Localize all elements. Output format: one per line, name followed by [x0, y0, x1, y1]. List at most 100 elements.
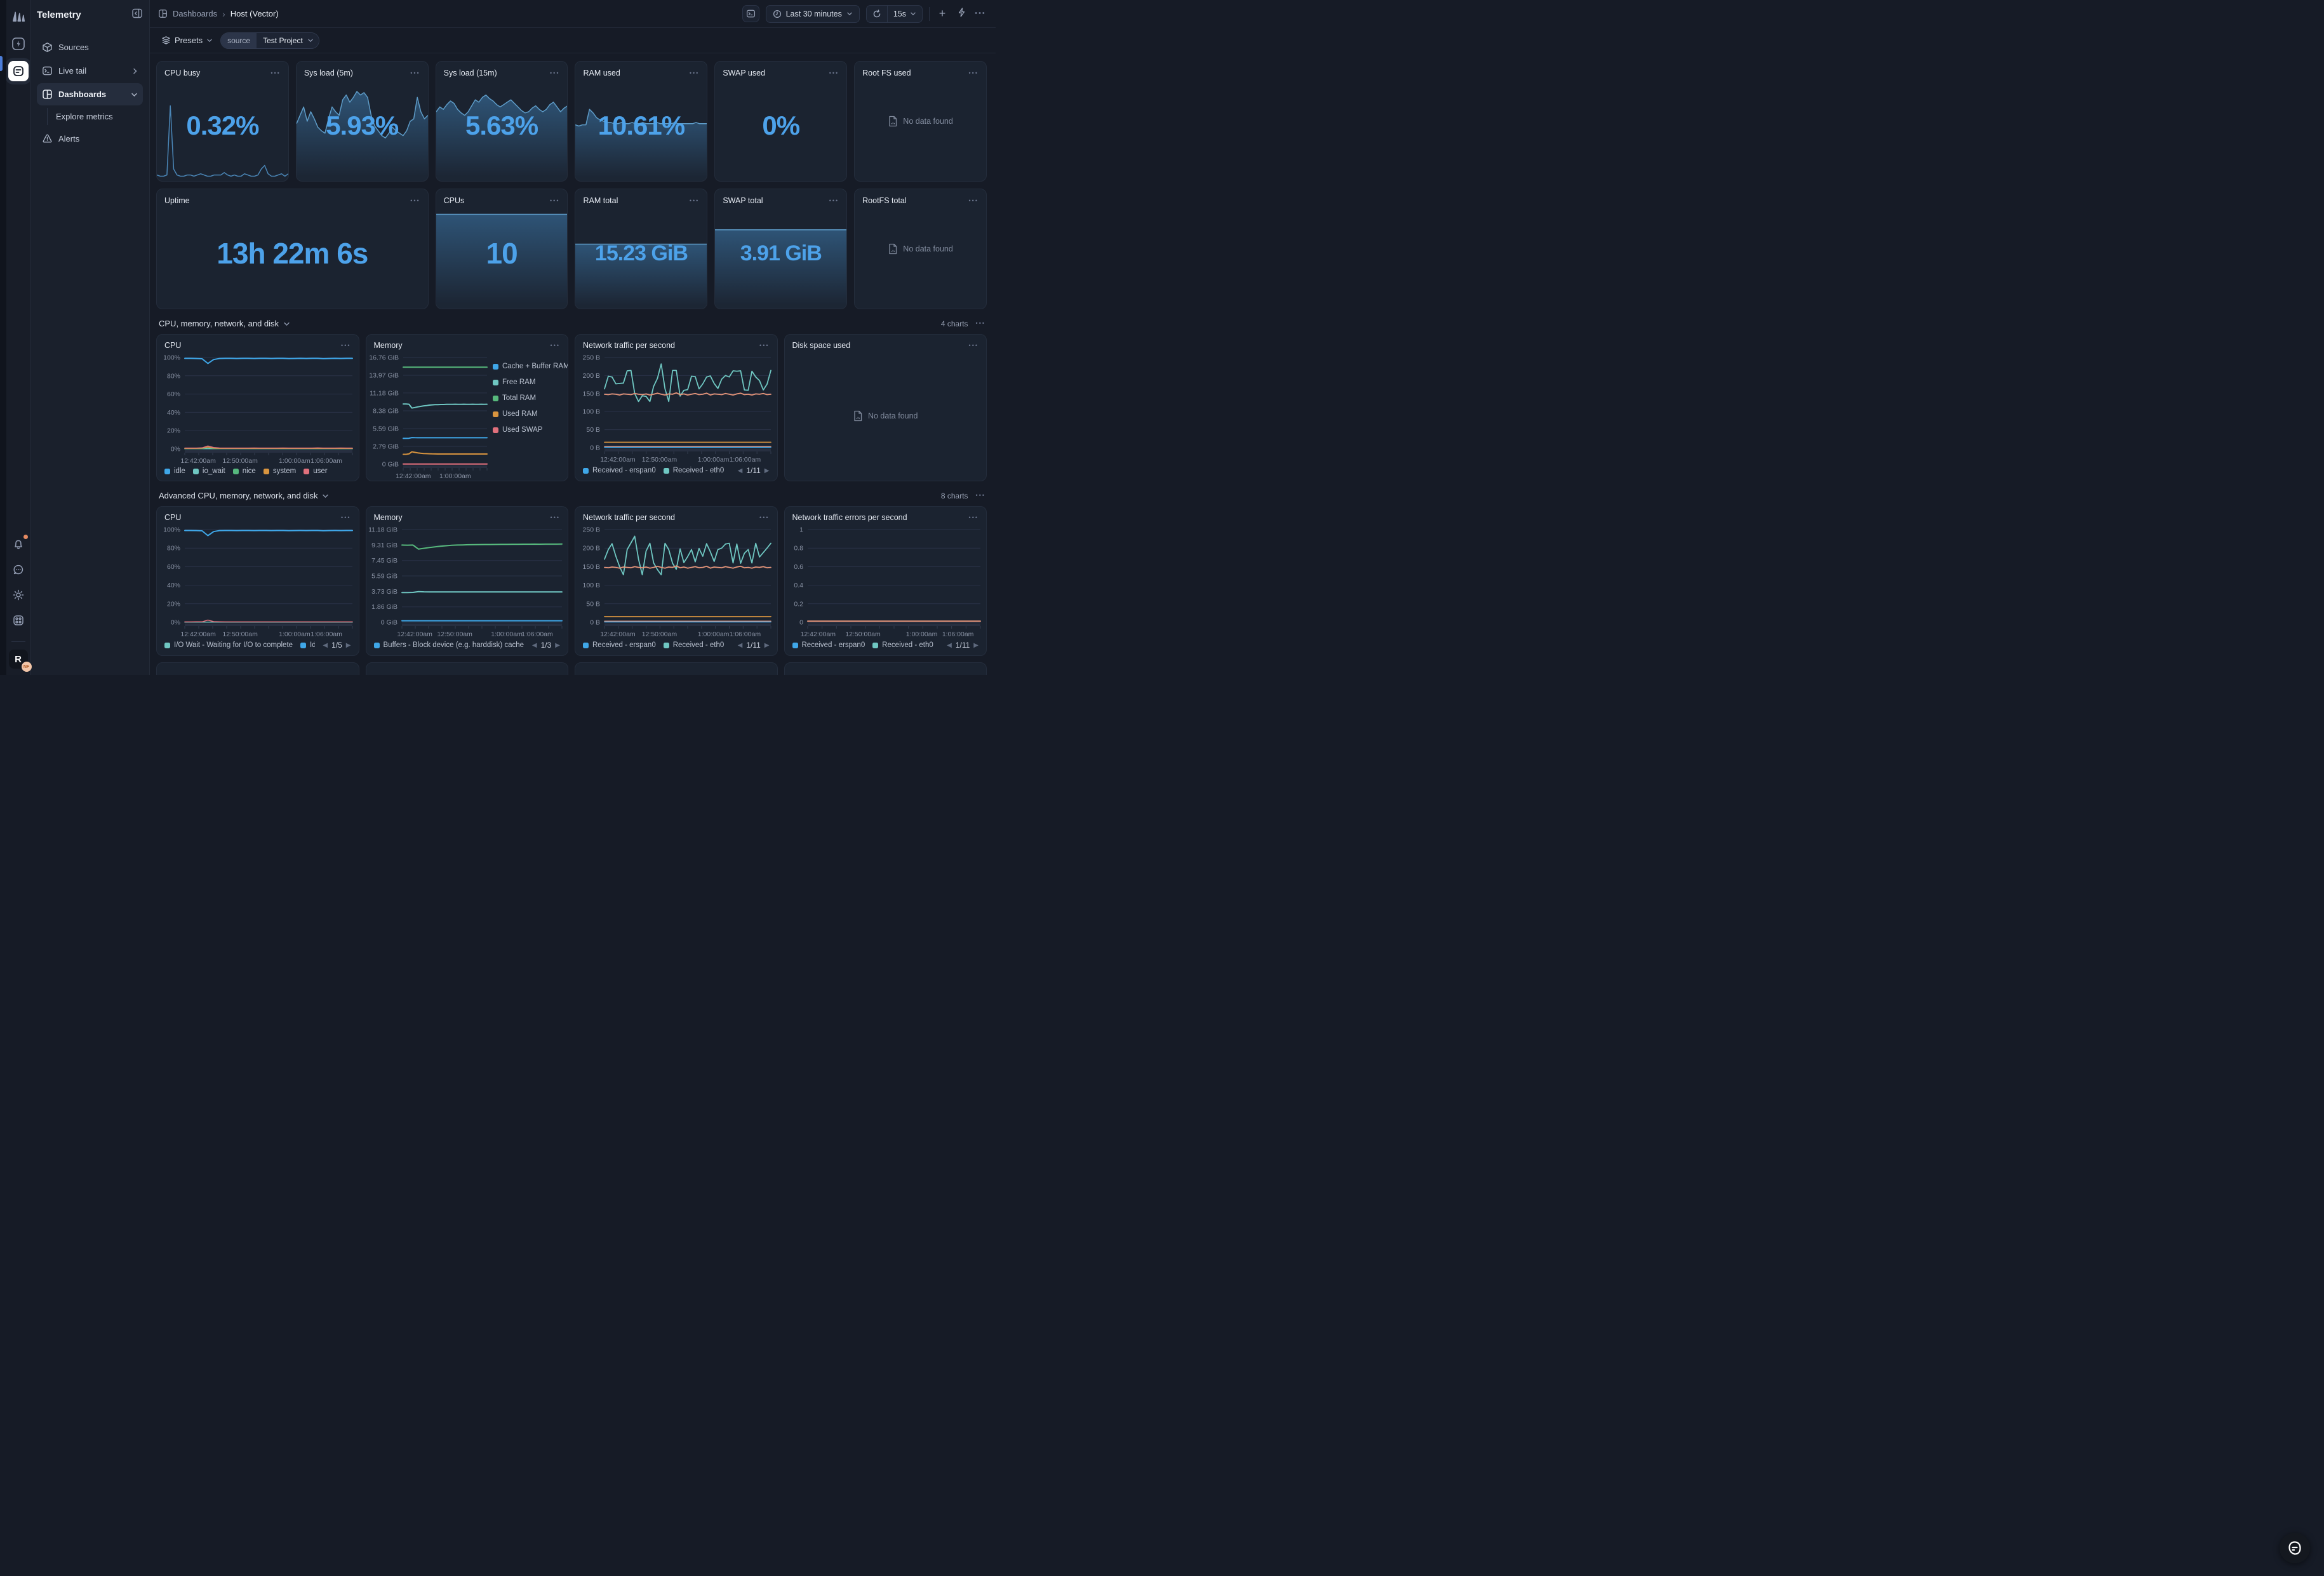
panel-menu-button[interactable]: •••	[550, 70, 559, 76]
quickstart-icon[interactable]	[10, 36, 27, 52]
panel-menu-button[interactable]: •••	[410, 198, 420, 204]
presets-dropdown[interactable]: Presets	[161, 36, 213, 45]
panel-menu-button[interactable]: •••	[690, 70, 699, 76]
legend-item[interactable]: Used RAM	[493, 410, 563, 418]
refresh-interval-label: 15s	[893, 10, 906, 18]
legend-swatch	[300, 643, 306, 648]
legend-next-button[interactable]: ▶	[973, 642, 978, 649]
legend-item[interactable]: Received - erspan0	[583, 467, 656, 474]
theme-sun-icon[interactable]	[10, 587, 27, 603]
sidebar-collapse-icon[interactable]	[131, 8, 143, 22]
svg-text:100%: 100%	[163, 526, 180, 534]
panel-menu-button[interactable]: •••	[829, 198, 839, 204]
brand-logo-icon[interactable]	[10, 8, 27, 24]
support-chat-fab[interactable]	[2280, 1533, 2310, 1563]
legend-item[interactable]: Received - erspan0	[792, 641, 865, 649]
legend-label: Buffers - Block device (e.g. harddisk) c…	[384, 641, 524, 649]
legend-next-button[interactable]: ▶	[765, 467, 770, 474]
panel-menu-button[interactable]: •••	[969, 70, 978, 76]
telemetry-module-icon[interactable]	[8, 61, 29, 81]
legend-item[interactable]: system	[264, 467, 296, 475]
timeseries-chart[interactable]: 0%20%40%60%80%100%12:42:00am12:50:00am1:…	[157, 523, 359, 639]
sidebar-item-explore-metrics[interactable]: Explore metrics	[37, 107, 143, 126]
sidebar-item-dashboards[interactable]: Dashboards	[37, 83, 143, 105]
panel-menu-button[interactable]: •••	[969, 198, 978, 204]
avatar[interactable]: R NF	[9, 650, 28, 669]
legend-item[interactable]: I/O Wait - Waiting for I/O to complete	[164, 641, 293, 649]
legend-item[interactable]: Used SWAP	[493, 426, 563, 434]
timeseries-chart[interactable]: 0 GiB1.86 GiB3.73 GiB5.59 GiB7.45 GiB9.3…	[366, 523, 568, 639]
sidebar-item-sources[interactable]: Sources	[37, 36, 143, 58]
legend-prev-button[interactable]: ◀	[947, 642, 952, 649]
svg-text:12:42:00am: 12:42:00am	[800, 631, 836, 638]
section-menu-button[interactable]: •••	[976, 321, 985, 326]
legend-next-button[interactable]: ▶	[555, 642, 560, 649]
legend-item[interactable]: Free RAM	[493, 378, 563, 386]
panel-menu-button[interactable]: •••	[969, 515, 978, 521]
refresh-button[interactable]	[867, 6, 888, 22]
legend-item[interactable]: Received - erspan0	[583, 641, 656, 649]
refresh-interval-dropdown[interactable]: 15s	[888, 6, 922, 22]
legend-item[interactable]: user	[304, 467, 327, 475]
panel-menu-button[interactable]: •••	[759, 343, 769, 349]
add-panel-button[interactable]: +	[936, 7, 949, 20]
section-toggle[interactable]: CPU, memory, network, and disk	[159, 319, 290, 328]
timeseries-chart[interactable]: 0 B50 B100 B150 B200 B250 B12:42:00am12:…	[575, 523, 777, 639]
legend-prev-button[interactable]: ◀	[738, 467, 743, 474]
panel-menu-button[interactable]: •••	[550, 198, 559, 204]
timeseries-chart[interactable]: 0 GiB2.79 GiB5.59 GiB8.38 GiB11.18 GiB13…	[366, 351, 493, 481]
panel-cpu-busy: CPU busy••• 0.32%	[156, 61, 289, 182]
panel-menu-button[interactable]: •••	[410, 70, 420, 76]
svg-text:12:50:00am: 12:50:00am	[222, 457, 258, 465]
legend-next-button[interactable]: ▶	[346, 642, 351, 649]
toolbar-divider	[929, 7, 930, 21]
panel-menu-button[interactable]: •••	[551, 343, 560, 349]
legend-item[interactable]: Cache + Buffer RAM	[493, 363, 563, 370]
legend-item[interactable]: Total RAM	[493, 394, 563, 402]
active-rail-accent	[0, 56, 3, 71]
svg-text:20%: 20%	[167, 427, 180, 435]
legend-prev-button[interactable]: ◀	[323, 642, 328, 649]
breadcrumb-dashboards[interactable]: Dashboards	[173, 9, 217, 18]
timeseries-chart[interactable]: 0 B50 B100 B150 B200 B250 B12:42:00am12:…	[575, 351, 777, 464]
legend-item[interactable]: Received - eth0	[872, 641, 933, 649]
console-panel-button[interactable]	[742, 5, 759, 22]
timeseries-chart[interactable]: 0%20%40%60%80%100%12:42:00am12:50:00am1:…	[157, 351, 359, 465]
legend-next-button[interactable]: ▶	[765, 642, 770, 649]
panel-menu-button[interactable]: •••	[759, 515, 769, 521]
legend-prev-button[interactable]: ◀	[738, 642, 743, 649]
legend-item[interactable]: Idle	[300, 641, 315, 649]
legend-item[interactable]: nice	[233, 467, 256, 475]
panel-menu-button[interactable]: •••	[341, 515, 351, 521]
source-filter[interactable]: source Test Project	[220, 32, 319, 49]
panel-menu-button[interactable]: •••	[551, 515, 560, 521]
notifications-bell-icon[interactable]	[10, 536, 27, 552]
lightning-actions-button[interactable]	[955, 8, 968, 20]
feedback-chat-icon[interactable]	[10, 561, 27, 578]
legend-prev-button[interactable]: ◀	[532, 642, 537, 649]
sidebar-item-alerts[interactable]: Alerts	[37, 128, 143, 150]
command-menu-icon[interactable]	[10, 612, 27, 629]
sidebar-item-live-tail[interactable]: Live tail	[37, 60, 143, 82]
panel-menu-button[interactable]: •••	[270, 70, 280, 76]
panel-title: SWAP total	[723, 196, 763, 205]
panel-menu-button[interactable]: •••	[690, 198, 699, 204]
time-range-dropdown[interactable]: Last 30 minutes	[766, 5, 860, 23]
panel-menu-button[interactable]: •••	[341, 343, 351, 349]
section-title: CPU, memory, network, and disk	[159, 319, 279, 328]
svg-text:40%: 40%	[167, 409, 180, 417]
chart-panel-partial	[156, 662, 359, 675]
legend-item[interactable]: io_wait	[193, 467, 225, 475]
more-options-button[interactable]: •••	[974, 10, 987, 17]
legend-item[interactable]: Received - eth0	[664, 641, 725, 649]
legend-item[interactable]: Received - eth0	[664, 467, 725, 474]
legend-item[interactable]: idle	[164, 467, 185, 475]
svg-text:1:00:00am: 1:00:00am	[698, 631, 730, 638]
section-menu-button[interactable]: •••	[976, 493, 985, 498]
timeseries-chart[interactable]: 00.20.40.60.8112:42:00am12:50:00am1:00:0…	[785, 523, 987, 639]
panel-menu-button[interactable]: •••	[969, 343, 978, 349]
panel-menu-button[interactable]: •••	[829, 70, 839, 76]
legend-item[interactable]: Buffers - Block device (e.g. harddisk) c…	[374, 641, 524, 649]
section-toggle[interactable]: Advanced CPU, memory, network, and disk	[159, 491, 329, 500]
svg-text:80%: 80%	[167, 372, 180, 380]
